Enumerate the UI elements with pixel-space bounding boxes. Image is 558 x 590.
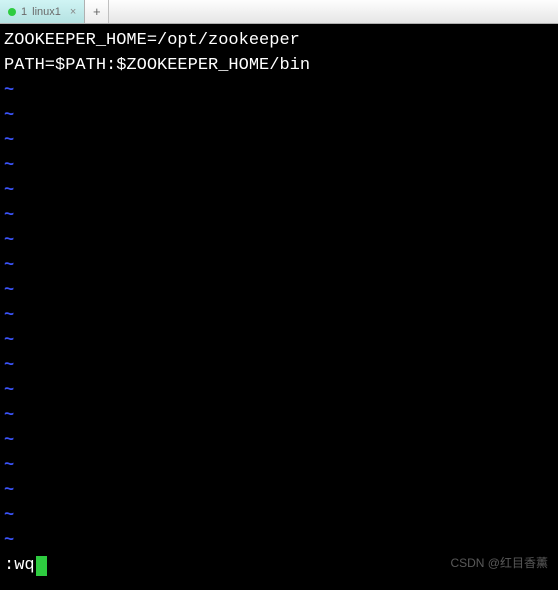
watermark-text: CSDN @红目香薰: [450, 551, 548, 576]
tilde-line: ~: [4, 103, 554, 128]
tab-status-indicator: [8, 8, 16, 16]
add-tab-button[interactable]: +: [85, 0, 109, 23]
tab-title: linux1: [32, 6, 61, 18]
editor-content: ZOOKEEPER_HOME=/opt/zookeeperPATH=$PATH:…: [4, 28, 554, 78]
vim-command-line[interactable]: :wq: [4, 553, 47, 578]
tilde-line: ~: [4, 303, 554, 328]
tilde-line: ~: [4, 328, 554, 353]
tilde-line: ~: [4, 528, 554, 553]
tilde-line: ~: [4, 428, 554, 453]
tilde-line: ~: [4, 128, 554, 153]
tilde-line: ~: [4, 253, 554, 278]
tilde-line: ~: [4, 228, 554, 253]
tilde-line: ~: [4, 453, 554, 478]
close-icon[interactable]: ×: [70, 6, 76, 18]
tilde-line: ~: [4, 153, 554, 178]
tilde-line: ~: [4, 403, 554, 428]
tilde-line: ~: [4, 78, 554, 103]
tilde-line: ~: [4, 353, 554, 378]
file-line: PATH=$PATH:$ZOOKEEPER_HOME/bin: [4, 53, 554, 78]
tilde-line: ~: [4, 278, 554, 303]
cursor-icon: [36, 556, 47, 576]
tilde-line: ~: [4, 503, 554, 528]
tilde-line: ~: [4, 378, 554, 403]
tilde-line: ~: [4, 203, 554, 228]
file-line: ZOOKEEPER_HOME=/opt/zookeeper: [4, 28, 554, 53]
terminal-viewport[interactable]: ZOOKEEPER_HOME=/opt/zookeeperPATH=$PATH:…: [0, 24, 558, 590]
tab-index: 1: [21, 6, 27, 18]
editor-empty-lines: ~~~~~~~~~~~~~~~~~~~: [4, 78, 554, 553]
tab-linux1[interactable]: 1 linux1 ×: [0, 0, 85, 23]
vim-command-text: :wq: [4, 553, 35, 578]
plus-icon: +: [93, 4, 101, 19]
tilde-line: ~: [4, 478, 554, 503]
tab-bar: 1 linux1 × +: [0, 0, 558, 24]
tilde-line: ~: [4, 178, 554, 203]
